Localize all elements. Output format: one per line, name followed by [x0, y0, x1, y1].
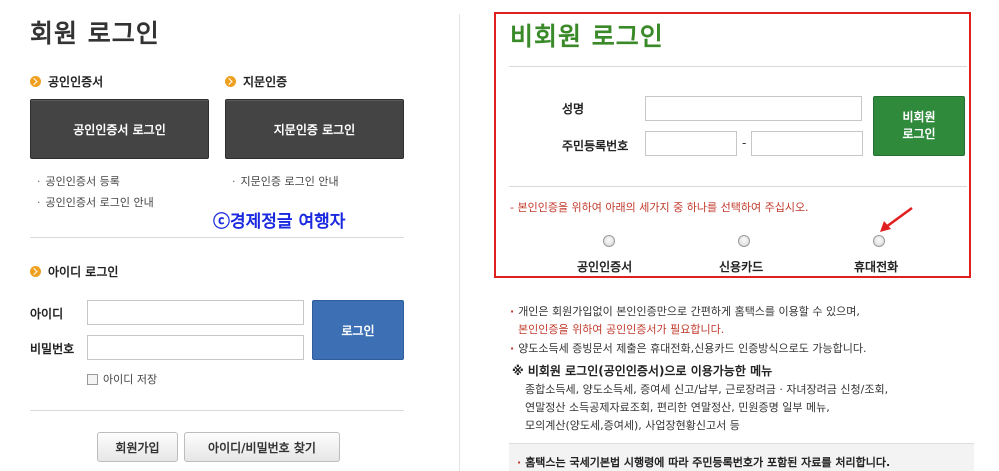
guest-menu-line-1: 종합소득세, 양도소득세, 증여세 신고/납부, 근로장려금 · 자녀장려금 신… — [525, 383, 889, 396]
guest-menu-line-2: 연말정산 소득공제자료조회, 편리한 연말정산, 민원증명 일부 메뉴, — [525, 401, 830, 414]
finger-section-heading: 지문인증 — [225, 73, 287, 90]
bullet-arrow-icon — [30, 76, 41, 87]
finger-login-button[interactable]: 지문인증 로그인 — [225, 99, 404, 159]
cert-register-link[interactable]: 공인인증서 등록 — [37, 173, 120, 189]
rrn-separator: - — [742, 136, 747, 150]
guest-login-button-line2: 로그인 — [902, 127, 936, 141]
watermark-text: ⓒ경제정글 여행자 — [213, 212, 346, 232]
privacy-notice-text: 홈택스는 국세기본법 시행령에 따라 주민등록번호가 포함된 자료를 처리합니다… — [517, 454, 890, 470]
finger-guide-link[interactable]: 지문인증 로그인 안내 — [232, 173, 339, 189]
section-divider — [509, 66, 967, 67]
radio-phone-label: 휴대전화 — [854, 260, 899, 274]
bullet-arrow-icon — [225, 76, 236, 87]
rrn-back-input[interactable] — [751, 131, 863, 156]
column-divider — [459, 14, 460, 471]
radio-card[interactable] — [738, 235, 750, 247]
info-line-2: 본인인증을 위하여 공인인증서가 필요합니다. — [518, 323, 725, 336]
password-input[interactable] — [87, 335, 304, 360]
section-divider — [30, 237, 404, 238]
guest-menu-line-3: 모의계산(양도세,증여세), 사업장현황신고서 등 — [525, 419, 740, 432]
red-arrow-icon — [880, 206, 913, 232]
radio-cert[interactable] — [603, 235, 615, 247]
rrn-front-input[interactable] — [645, 131, 737, 156]
finger-section-label: 지문인증 — [243, 75, 288, 89]
info-line-1: 개인은 회원가입없이 본인인증만으로 간편하게 홈택스를 이용할 수 있으며, — [510, 303, 860, 319]
name-label: 성명 — [562, 102, 585, 116]
member-login-title: 회원 로그인 — [30, 19, 160, 48]
save-id-checkbox[interactable] — [87, 373, 98, 385]
cert-section-label: 공인인증서 — [48, 75, 104, 89]
radio-phone[interactable] — [873, 235, 885, 247]
radio-card-label: 신용카드 — [719, 260, 764, 274]
cert-login-button[interactable]: 공인인증서 로그인 — [30, 99, 209, 159]
save-id-checkbox-row[interactable]: 아이디 저장 — [87, 371, 157, 387]
radio-cert-label: 공인인증서 — [577, 260, 633, 274]
guest-login-title: 비회원 로그인 — [510, 22, 664, 51]
guest-menu-notice-title: ※ 비회원 로그인(공인인증서)으로 이용가능한 메뉴 — [512, 364, 773, 378]
info-line-3: 양도소득세 증빙문서 제출은 휴대전화,신용카드 인증방식으로도 가능합니다. — [510, 340, 866, 356]
find-id-password-button[interactable]: 아이디/비밀번호 찾기 — [184, 432, 340, 462]
cert-section-heading: 공인인증서 — [30, 73, 103, 90]
id-input[interactable] — [87, 300, 304, 325]
section-divider — [30, 410, 404, 411]
save-id-label: 아이디 저장 — [103, 373, 158, 386]
section-divider — [509, 186, 967, 187]
name-input[interactable] — [645, 96, 862, 121]
guest-login-button[interactable]: 비회원 로그인 — [873, 96, 965, 156]
bullet-arrow-icon — [30, 266, 41, 277]
cert-guide-link[interactable]: 공인인증서 로그인 안내 — [37, 194, 154, 210]
rrn-label: 주민등록번호 — [562, 139, 629, 153]
id-label: 아이디 — [30, 307, 64, 321]
id-section-label: 아이디 로그인 — [48, 265, 119, 279]
auth-instruction: - 본인인증을 위하여 아래의 세가지 중 하나를 선택하여 주십시오. — [510, 201, 809, 214]
id-section-heading: 아이디 로그인 — [30, 263, 118, 280]
id-login-button[interactable]: 로그인 — [312, 300, 404, 360]
guest-login-button-line1: 비회원 — [902, 110, 936, 124]
password-label: 비밀번호 — [30, 342, 75, 356]
signup-button[interactable]: 회원가입 — [97, 432, 178, 462]
